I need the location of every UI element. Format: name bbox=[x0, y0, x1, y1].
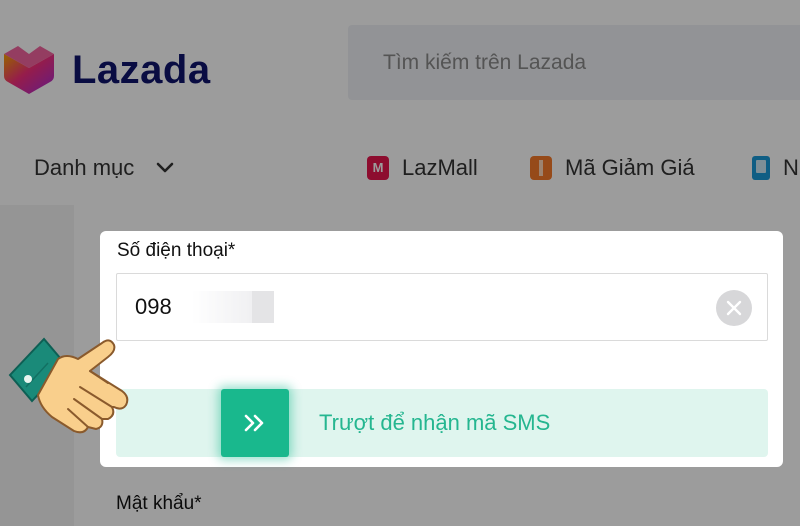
clear-button[interactable] bbox=[716, 290, 752, 326]
sms-slider[interactable]: Trượt để nhận mã SMS bbox=[116, 389, 768, 457]
masked-digits-block bbox=[252, 291, 274, 323]
pointing-hand-icon bbox=[8, 337, 129, 434]
slider-text: Trượt để nhận mã SMS bbox=[319, 410, 551, 435]
phone-form-card: Số điện thoại* 098 Trượt để nhận mã SMS bbox=[100, 231, 783, 467]
close-icon bbox=[726, 300, 742, 316]
phone-field[interactable]: 098 bbox=[116, 273, 768, 341]
phone-value[interactable]: 098 bbox=[135, 294, 172, 320]
masked-digits bbox=[192, 291, 252, 323]
phone-label: Số điện thoại* bbox=[117, 240, 236, 261]
slider-handle[interactable] bbox=[221, 389, 289, 457]
double-chevron-right-icon bbox=[244, 414, 264, 432]
